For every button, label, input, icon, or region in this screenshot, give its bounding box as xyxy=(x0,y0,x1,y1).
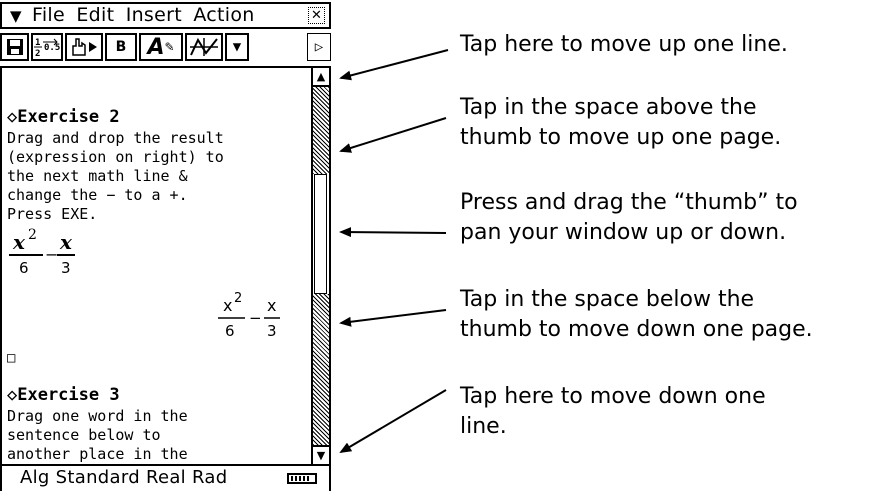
arrow-drag-thumb xyxy=(339,227,447,238)
arrow-scroll-up-line xyxy=(339,49,449,81)
arrow-page-down xyxy=(339,309,447,327)
arrow-page-up xyxy=(339,117,447,153)
annotation-arrows xyxy=(339,49,449,454)
arrow-scroll-down-line xyxy=(339,389,447,454)
